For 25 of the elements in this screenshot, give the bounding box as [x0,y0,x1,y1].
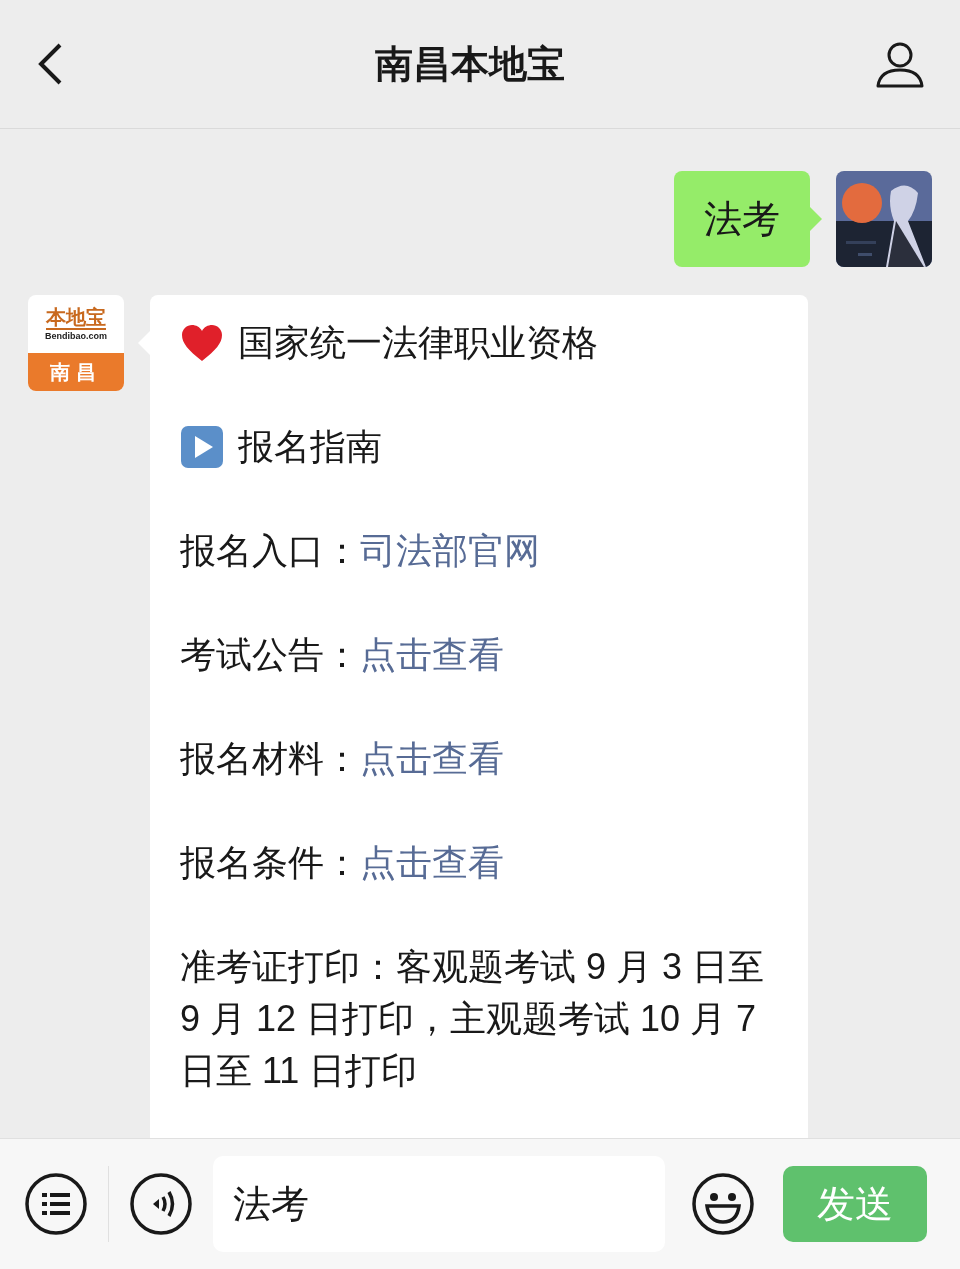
message-input[interactable]: 法考 [213,1156,665,1252]
logo-domain: Bendibao.com [45,330,107,342]
logo-name: 本地宝 [46,306,106,330]
emoji-icon[interactable] [691,1172,755,1236]
link[interactable]: 点击查看 [360,629,504,681]
field-label: 报名材料： [180,737,360,781]
link[interactable]: 司法部官网 [360,525,540,577]
window-title: 南昌本地宝 [375,41,565,87]
menu-icon[interactable] [24,1172,88,1236]
back-icon[interactable] [36,42,64,86]
message-heading: 国家统一法律职业资格 [238,321,598,365]
voice-icon[interactable] [129,1172,193,1236]
person-icon[interactable] [876,40,924,88]
logo-city: 南昌 [50,360,102,385]
link[interactable]: 点击查看 [360,837,504,889]
heart-icon [180,323,224,363]
message-paragraph: 准考证打印：客观题考试 9 月 3 日至 9 月 12 日打印，主观题考试 10 月 7 日至 11 日打印 [180,945,766,1093]
field-label: 考试公告： [180,633,360,677]
bubble-tail [810,207,822,231]
field-label: 报名条件： [180,841,360,885]
link[interactable]: 点击查看 [360,733,504,785]
message-heading: 报名指南 [238,425,382,469]
sent-message-bubble: 法考 [674,171,810,267]
field-label: 报名入口： [180,529,360,573]
play-icon [180,425,224,469]
